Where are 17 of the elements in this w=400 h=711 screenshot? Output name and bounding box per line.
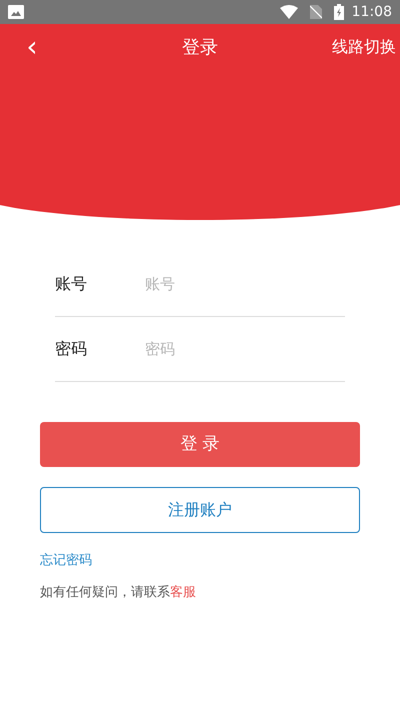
wifi-icon (280, 5, 298, 19)
no-sim-icon (310, 5, 322, 19)
field-label: 密码 (55, 338, 88, 360)
input-field[interactable]: 账号 (145, 272, 345, 296)
status-time: 11:08 (352, 2, 392, 22)
customer-service-link[interactable]: 客服 (170, 584, 196, 600)
route-switch-button[interactable]: 线路切换 (332, 35, 396, 59)
register-button[interactable]: 注册账户 (40, 487, 360, 533)
battery-charging-icon (334, 4, 344, 20)
login-button[interactable]: 登 录 (40, 422, 360, 467)
image-icon (8, 5, 24, 19)
page-title: 登录 (182, 36, 218, 60)
forgot-password-link[interactable]: 忘记密码 (40, 551, 92, 570)
input-field[interactable]: 密码 (145, 338, 345, 360)
back-button[interactable]: ‹ (20, 33, 44, 61)
help-text: 如有任何疑问，请联系客服 (40, 584, 197, 602)
field-label: 账号 (55, 273, 88, 295)
